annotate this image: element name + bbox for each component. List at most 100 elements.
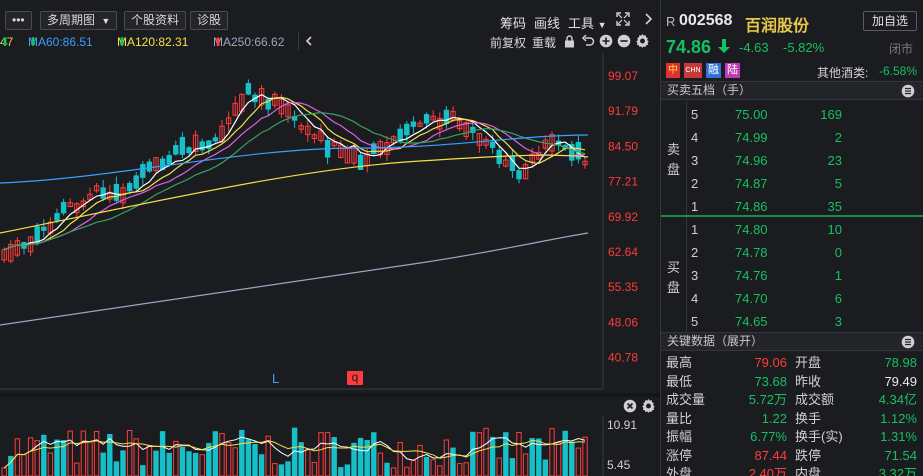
level-index: 4	[691, 130, 699, 145]
sell-level-row[interactable]: 3 74.96 23	[661, 149, 923, 172]
key-data-row: 量比 1.22 换手 1.12%	[661, 409, 923, 428]
key-value: 5.72万	[748, 392, 787, 407]
pane-divider	[0, 393, 660, 397]
key-label: 最低	[666, 373, 693, 389]
volume-bar	[549, 428, 555, 476]
connect-tag[interactable]: 陆	[725, 63, 740, 78]
collapse-right-icon[interactable]	[643, 11, 653, 30]
undo-icon[interactable]	[581, 34, 595, 51]
volume-bar	[179, 446, 186, 476]
volume-bar	[364, 439, 370, 476]
draw-line-button[interactable]: 画线	[534, 13, 560, 32]
candle-body	[133, 175, 139, 189]
q-marker[interactable]: q	[347, 371, 363, 385]
market-status: 闭市	[889, 42, 914, 56]
zoom-out-icon[interactable]	[617, 34, 631, 51]
fullscreen-icon[interactable]	[615, 11, 631, 30]
candle-body	[516, 170, 522, 180]
key-data-row: 外盘 2.40万 内盘 3.32万	[661, 464, 923, 476]
price-axis: 99.07 91.79 84.50 77.21 69.92 62.64 55.35 48.06…	[608, 69, 638, 365]
volume-bar	[430, 459, 436, 476]
buy-level-row[interactable]: 4 74.70 6	[661, 287, 923, 310]
sell-level-row[interactable]: 1 74.86 35	[661, 195, 923, 218]
lock-icon[interactable]	[564, 35, 575, 51]
volume-chart	[1, 416, 604, 476]
volume-bar	[357, 437, 364, 476]
volume-bar	[21, 454, 27, 476]
key-label: 外盘	[666, 466, 693, 476]
key-data-header[interactable]: 关键数据（展开）	[661, 332, 923, 351]
volume-bar	[384, 462, 390, 476]
candle-body	[54, 213, 60, 221]
sector-label[interactable]: 其他酒类:	[817, 64, 868, 81]
gear-icon[interactable]	[635, 33, 650, 51]
volume-bar	[582, 436, 588, 476]
volume-bar	[390, 467, 397, 476]
buy-level-row[interactable]: 2 74.78 0	[661, 241, 923, 264]
key-data-title: 关键数据（展开）	[667, 334, 764, 348]
key-label: 最高	[666, 355, 693, 370]
volume-bar	[483, 427, 489, 476]
stock-code: 002568	[679, 12, 733, 29]
key-value: 71.54	[884, 447, 917, 463]
stock-info-button[interactable]: 个股资料	[124, 11, 187, 30]
key-value: 87.44	[754, 447, 787, 463]
volume-bar	[199, 454, 205, 476]
chn-tag[interactable]: CHN	[684, 63, 702, 78]
price-axis-label: 91.79	[608, 104, 638, 118]
multi-period-button[interactable]: 多周期图 ▼	[40, 11, 118, 30]
key-data-menu-icon[interactable]	[901, 335, 915, 354]
buy-level-row[interactable]: 1 74.80 10	[661, 218, 923, 241]
sector-change: -6.58%	[879, 64, 918, 78]
china-flag-tag[interactable]: 中	[666, 63, 680, 78]
volume-bar	[8, 455, 14, 476]
key-data-row: 成交量 5.72万 成交额 4.34亿	[661, 390, 923, 409]
candle-body	[179, 136, 186, 155]
more-menu-button[interactable]: •••	[5, 11, 32, 30]
tools-button[interactable]: 工具 ▼	[568, 13, 607, 32]
level-price: 74.78	[735, 245, 768, 260]
volume-bar	[67, 430, 73, 476]
margin-tag[interactable]: 融	[706, 63, 721, 78]
volume-bar	[74, 462, 80, 476]
add-watchlist-button[interactable]: 加自选	[863, 11, 917, 31]
ma-indicator-bar: 47 ⬇ MA60:86.51 ⬇ MA120:82.31 ⬇ MA250:66.62…	[0, 33, 660, 51]
volume-bar	[338, 467, 344, 476]
kline-chart[interactable]: 99.07 91.79 84.50 77.21 69.92 62.64 55.35 48.06…	[0, 53, 660, 393]
volume-bar	[1, 467, 7, 476]
level-index: 5	[691, 314, 699, 329]
volume-gear-icon[interactable]	[641, 398, 656, 416]
level-price: 74.80	[735, 222, 768, 237]
volume-bar	[311, 461, 318, 476]
sell-level-row[interactable]: 5 75.00 169	[661, 103, 923, 126]
volume-bar	[377, 452, 384, 476]
price-axis-label: 48.06	[608, 315, 638, 329]
zoom-in-icon[interactable]	[599, 34, 613, 51]
key-data-row: 最低 73.68 昨收 79.49	[661, 372, 923, 391]
volume-bar	[476, 432, 483, 476]
volume-bar	[140, 465, 146, 476]
volume-bar	[522, 453, 529, 476]
volume-bar	[113, 461, 120, 476]
volume-bar	[225, 442, 232, 476]
ma-scroll-left-button[interactable]	[298, 33, 326, 50]
candle-body	[489, 141, 496, 148]
price-axis-label: 84.50	[608, 139, 638, 153]
orderbook-header[interactable]: 买卖五档（手）	[661, 81, 923, 100]
volume-bar	[47, 452, 54, 476]
diagnose-button[interactable]: 诊股	[190, 11, 229, 30]
sell-level-row[interactable]: 2 74.87 5	[661, 172, 923, 195]
sell-level-row[interactable]: 4 74.99 2	[661, 126, 923, 149]
buy-level-row[interactable]: 3 74.76 1	[661, 264, 923, 287]
overlay-button[interactable]: 重载	[532, 34, 556, 51]
chip-button[interactable]: 筹码	[500, 13, 526, 32]
chevron-down-icon: ▼	[101, 16, 111, 26]
level-volume: 6	[834, 291, 842, 306]
candle-body	[423, 114, 430, 124]
fq-adjust-button[interactable]: 前复权	[490, 34, 526, 51]
close-volume-icon[interactable]	[623, 399, 637, 416]
orderbook-menu-icon[interactable]	[901, 84, 915, 103]
volume-bar	[305, 449, 311, 476]
buy-level-row[interactable]: 5 74.65 3	[661, 310, 923, 333]
level-volume: 1	[834, 268, 842, 283]
